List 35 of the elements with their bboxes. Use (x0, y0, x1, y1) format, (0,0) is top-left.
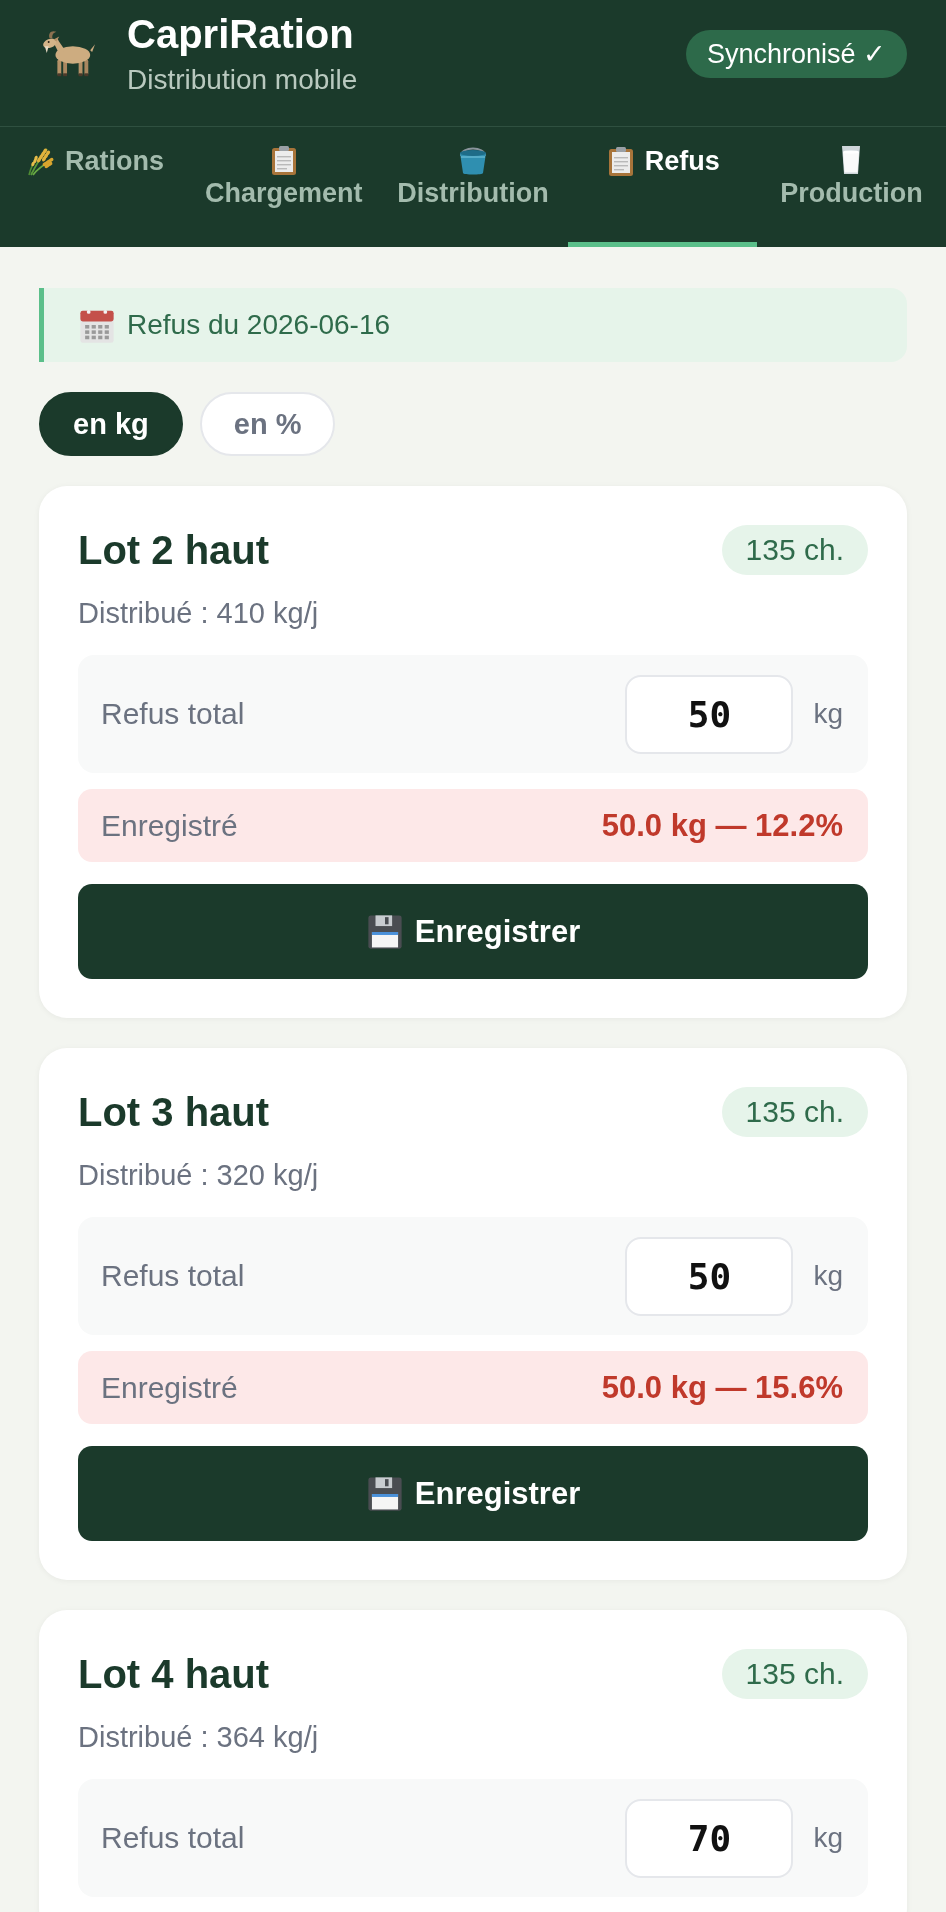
app-subtitle: Distribution mobile (127, 65, 359, 95)
refusal-label: Refus total (101, 1821, 246, 1855)
save-button[interactable]: Enregistrer (78, 884, 868, 979)
app-title: CapriRation (127, 12, 355, 56)
head-count-badge: 135 ch. (721, 525, 868, 575)
sync-status-badge: Synchronisé ✓ (685, 29, 907, 78)
unit-label: kg (813, 1822, 843, 1854)
refusal-label: Refus total (101, 1259, 246, 1293)
unit-label: kg (813, 698, 843, 730)
tab[interactable]: Chargement (189, 127, 379, 247)
unit-label: kg (813, 1260, 843, 1292)
head-count-badge: 135 ch. (721, 1087, 868, 1137)
saved-label: Enregistré (101, 1370, 238, 1405)
tab[interactable]: Production (756, 127, 946, 247)
head-count-badge: 135 ch. (721, 1649, 868, 1699)
saved-label: Enregistré (101, 808, 238, 843)
lot-title: Lot 4 haut (78, 1651, 270, 1698)
tab[interactable]: Refus (567, 127, 757, 247)
tab[interactable]: Rations (0, 127, 190, 247)
banner-text: Refus du 2026-06-16 (127, 309, 391, 341)
distributed-text: Distribué : 364 kg/j (78, 1721, 320, 1753)
lot-title: Lot 3 haut (78, 1089, 270, 1136)
refusal-input[interactable]: 50 (625, 1236, 794, 1316)
saved-value: 50.0 kg — 12.2% (601, 807, 843, 844)
lot-title: Lot 2 haut (78, 527, 270, 574)
refusal-input[interactable]: 50 (625, 674, 794, 754)
distributed-text: Distribué : 320 kg/j (78, 1159, 320, 1191)
refusal-input[interactable]: 70 (625, 1798, 794, 1878)
unit-toggle[interactable]: en % (199, 392, 336, 456)
saved-value: 50.0 kg — 15.6% (601, 1369, 843, 1406)
refusal-label: Refus total (101, 697, 246, 731)
save-button[interactable]: Enregistrer (78, 1446, 868, 1541)
tab[interactable]: Distribution (378, 127, 568, 247)
distributed-text: Distribué : 410 kg/j (78, 597, 320, 629)
unit-toggle[interactable]: en kg (39, 392, 183, 456)
